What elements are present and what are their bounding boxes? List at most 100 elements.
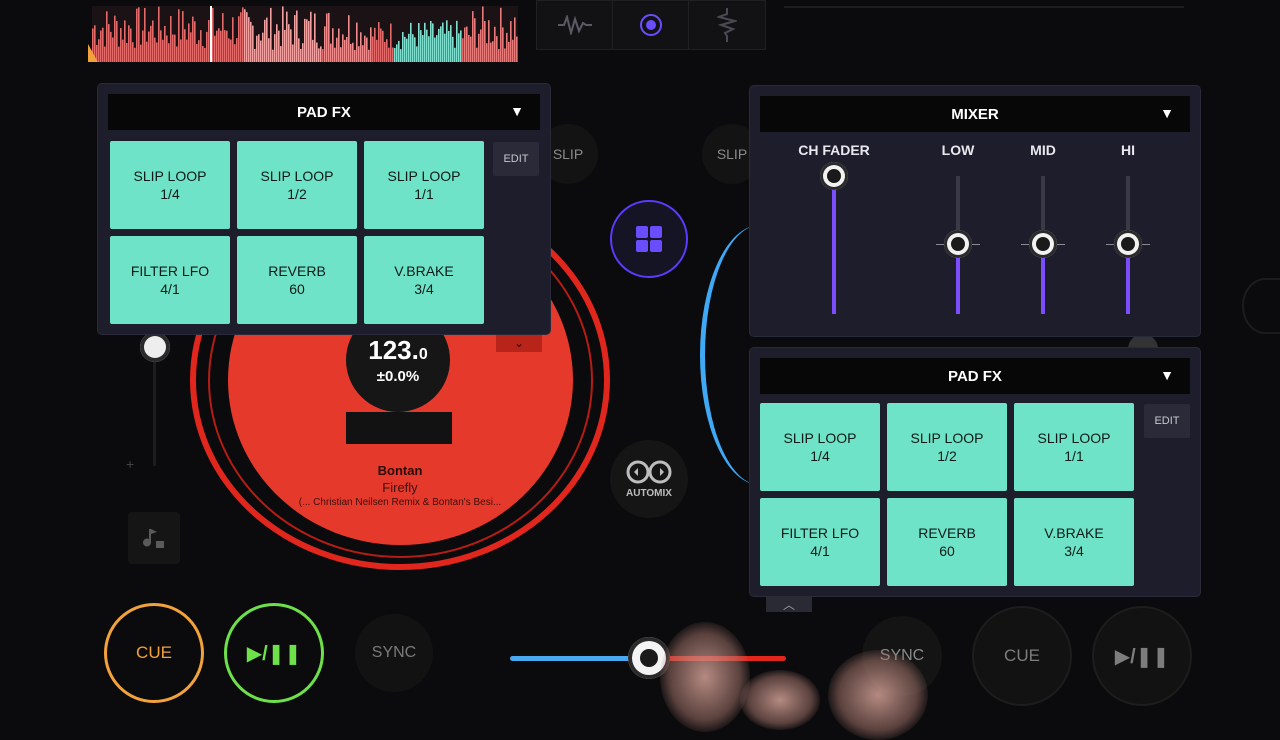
waveform-bar (500, 7, 502, 62)
waveform-bar (516, 36, 518, 62)
waveform-bar (340, 47, 342, 62)
waveform-bar (186, 39, 188, 62)
waveform-bar (232, 17, 234, 62)
playhead-marker (210, 6, 212, 62)
waveform-bar (384, 41, 386, 62)
pad-fx-pad[interactable]: REVERB 60 (237, 236, 357, 324)
waveform-bar (168, 43, 170, 62)
waveform-bar (332, 28, 334, 62)
waveform-bar (372, 36, 374, 62)
automix-button[interactable]: AUTOMIX (610, 440, 688, 518)
pad-fx-edit-button[interactable]: EDIT (493, 142, 539, 176)
waveform-bar (420, 30, 422, 62)
deck-a-cue-button[interactable]: CUE (104, 603, 204, 703)
waveform-bar (116, 21, 118, 62)
vertical-waveform-button[interactable] (688, 0, 766, 50)
pad-fx-pad[interactable]: SLIP LOOP 1/4 (110, 141, 230, 229)
deck-a-waveform[interactable] (92, 6, 518, 62)
waveform-bar (452, 36, 454, 62)
key-lock-button[interactable] (128, 512, 180, 564)
eq-hi-knob[interactable] (1114, 230, 1142, 258)
deck-a-sync-button[interactable]: SYNC (355, 614, 433, 692)
waveform-bar (280, 46, 282, 62)
pad-fx-pad[interactable]: SLIP LOOP 1/2 (887, 403, 1007, 491)
deck-a-collapse-button[interactable]: ⌄ (496, 334, 542, 352)
deck-b-cue-button[interactable]: CUE (972, 606, 1072, 706)
waveform-bar (270, 7, 272, 62)
waveform-bar (150, 25, 152, 62)
deck-b-edge-control[interactable] (1242, 278, 1280, 334)
waveform-bar (472, 11, 474, 62)
waveform-bar (470, 36, 472, 62)
eq-mid-label: MID (1030, 142, 1056, 158)
waveform-bar (392, 47, 394, 62)
waveform-bar (380, 28, 382, 62)
pitch-value: ±0.0% (376, 368, 420, 385)
pad-fx-pad[interactable]: SLIP LOOP 1/1 (364, 141, 484, 229)
waveform-bar (114, 15, 116, 62)
waveform-bar (432, 23, 434, 62)
ch-fader-label: CH FADER (798, 142, 870, 158)
waveform-bar (262, 32, 264, 62)
waveform-view-button[interactable] (536, 0, 614, 50)
waveform-bar (358, 46, 360, 62)
ch-fader-knob[interactable] (820, 162, 848, 190)
waveform-bar (502, 27, 504, 62)
pad-fx-pad[interactable]: FILTER LFO 4/1 (110, 236, 230, 324)
waveform-bar (140, 44, 142, 62)
pad-fx-edit-button[interactable]: EDIT (1144, 404, 1190, 438)
waveform-bar (490, 42, 492, 62)
pad-fx-pad[interactable]: SLIP LOOP 1/4 (760, 403, 880, 491)
deck-a-pitch-track[interactable] (153, 356, 156, 466)
eq-hi-label: HI (1121, 142, 1135, 158)
deck-a-pitch-knob[interactable] (140, 332, 170, 362)
platter-view-button[interactable] (612, 0, 690, 50)
waveform-bar (126, 43, 128, 62)
pad-fx-header-right[interactable]: PAD FX ▼ (760, 358, 1190, 394)
waveform-bar (148, 31, 150, 62)
waveform-bar (134, 47, 136, 62)
waveform-bar (218, 28, 220, 62)
waveform-bar (430, 20, 432, 62)
eq-mid-knob[interactable] (1029, 230, 1057, 258)
waveform-bar (156, 42, 158, 62)
mixer-header[interactable]: MIXER ▼ (760, 96, 1190, 132)
waveform-bar (334, 47, 336, 62)
waveform-bar (292, 44, 294, 62)
deck-a-play-pause-button[interactable]: ▶/❚❚ (224, 603, 324, 703)
waveform-bar (190, 32, 192, 62)
pad-fx-pad[interactable]: FILTER LFO 4/1 (760, 498, 880, 586)
waveform-bar (278, 30, 280, 62)
deck-b-waveform[interactable] (784, 6, 1184, 8)
waveform-bar (108, 24, 110, 62)
waveform-bar (484, 21, 486, 62)
waveform-bar (184, 29, 186, 62)
waveform-bar (230, 39, 232, 62)
pad-fx-pad[interactable]: REVERB 60 (887, 498, 1007, 586)
track-remix: (... Christian Neilsen Remix & Bontan's … (298, 497, 502, 508)
pad-mode-button[interactable] (610, 200, 688, 278)
pad-fx-pad[interactable]: V.BRAKE 3/4 (364, 236, 484, 324)
waveform-bar (260, 40, 262, 62)
panel-expand-button[interactable]: ︿ (766, 596, 812, 612)
deck-b-play-pause-button[interactable]: ▶/❚❚ (1092, 606, 1192, 706)
waveform-bar (118, 46, 120, 62)
waveform-bar (320, 46, 322, 62)
zigzag-icon (717, 8, 737, 42)
pad-fx-pad[interactable]: V.BRAKE 3/4 (1014, 498, 1134, 586)
dropdown-arrow-icon: ▼ (510, 103, 524, 119)
waveform-bar (288, 24, 290, 62)
waveform-bar (324, 26, 326, 62)
waveform-bar (170, 15, 172, 62)
waveform-bar (122, 39, 124, 62)
pad-fx-header-left[interactable]: PAD FX ▼ (108, 94, 540, 130)
pad-fx-pad[interactable]: SLIP LOOP 1/1 (1014, 403, 1134, 491)
waveform-bar (408, 33, 410, 62)
bpm-value: 123.0 (368, 335, 428, 365)
dropdown-arrow-icon: ▼ (1160, 105, 1174, 121)
eq-low-knob[interactable] (944, 230, 972, 258)
pad-fx-pad[interactable]: SLIP LOOP 1/2 (237, 141, 357, 229)
waveform-bar (214, 35, 216, 62)
waveform-bar (128, 25, 130, 62)
track-artist: Bontan (377, 463, 423, 478)
